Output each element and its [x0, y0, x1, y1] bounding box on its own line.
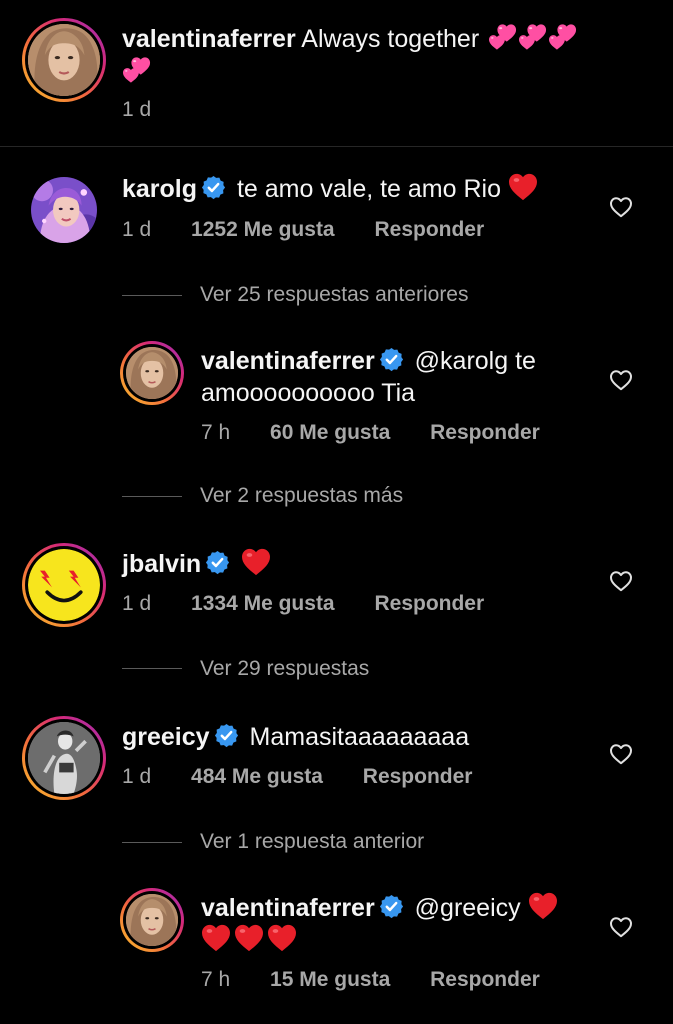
username[interactable]: jbalvin — [122, 550, 201, 578]
view-replies-link[interactable]: Ver 29 respuestas — [200, 656, 369, 682]
view-replies-link[interactable]: Ver 25 respuestas anteriores — [200, 282, 469, 308]
red-heart-emoji — [241, 548, 271, 576]
comment-meta: 1 d 484 Me gusta Responder — [122, 764, 472, 790]
reply-button[interactable]: Responder — [430, 421, 540, 444]
avatar-photo — [28, 549, 100, 621]
reply-body-line2 — [201, 924, 297, 956]
comment-meta: 1 d 1252 Me gusta Responder — [122, 217, 484, 243]
caption-time: 1 d — [122, 98, 152, 121]
verified-badge-icon — [205, 550, 230, 575]
comment-text: karolg te amo vale, te amo Rio — [122, 173, 538, 205]
reply-body-line2: amoooooooooo Tia — [201, 379, 416, 407]
two-hearts-emoji — [488, 23, 518, 51]
username[interactable]: greeicy — [122, 723, 210, 751]
avatar[interactable] — [31, 177, 97, 243]
comment-body: te amo vale, te amo Rio — [236, 175, 501, 203]
like-count[interactable]: 484 Me gusta — [191, 765, 323, 788]
avatar[interactable] — [22, 543, 106, 627]
avatar-photo — [28, 722, 100, 794]
divider — [122, 842, 182, 843]
verified-badge-icon — [201, 175, 226, 200]
comment-time: 1 d — [122, 592, 152, 615]
verified-badge-icon — [379, 894, 404, 919]
avatar-photo — [126, 894, 178, 946]
username[interactable]: valentinaferrer — [122, 25, 296, 53]
reply-button[interactable]: Responder — [363, 765, 473, 788]
red-heart-emoji — [267, 924, 297, 952]
heart-outline-icon[interactable] — [609, 743, 633, 765]
mention-link[interactable]: @greeicy — [415, 894, 521, 922]
view-replies-link[interactable]: Ver 1 respuesta anterior — [200, 829, 424, 855]
avatar-photo — [31, 177, 97, 243]
divider — [0, 146, 673, 147]
view-replies-link[interactable]: Ver 2 respuestas más — [200, 483, 403, 509]
username[interactable]: karolg — [122, 175, 197, 203]
red-heart-emoji — [508, 173, 538, 201]
comment-text: greeicy Mamasitaaaaaaaaa — [122, 721, 469, 753]
caption-body: Always together — [301, 25, 480, 53]
avatar-photo — [28, 24, 100, 96]
red-heart-emoji — [201, 924, 231, 952]
username[interactable]: valentinaferrer — [201, 894, 375, 922]
avatar[interactable] — [22, 18, 106, 102]
two-hearts-emoji — [548, 23, 578, 51]
two-hearts-emoji — [518, 23, 548, 51]
reply-meta: 7 h 60 Me gusta Responder — [201, 420, 540, 446]
mention-link[interactable]: @karolg — [415, 347, 508, 375]
comment-body: Mamasitaaaaaaaaa — [249, 723, 470, 751]
reply-text: valentinaferrer @karolg te — [201, 345, 536, 377]
avatar[interactable] — [22, 716, 106, 800]
heart-outline-icon[interactable] — [609, 570, 633, 592]
comment-text: jbalvin — [122, 548, 271, 580]
caption-text: valentinaferrer Always together — [122, 23, 578, 55]
comment-time: 1 d — [122, 218, 152, 241]
like-count[interactable]: 60 Me gusta — [270, 421, 390, 444]
avatar[interactable] — [120, 341, 184, 405]
avatar[interactable] — [120, 888, 184, 952]
reply-meta: 7 h 15 Me gusta Responder — [201, 967, 540, 993]
reply-time: 7 h — [201, 968, 231, 991]
red-heart-emoji — [528, 892, 558, 920]
like-count[interactable]: 1334 Me gusta — [191, 592, 335, 615]
reply-button[interactable]: Responder — [374, 218, 484, 241]
verified-badge-icon — [379, 347, 404, 372]
comment-meta: 1 d 1334 Me gusta Responder — [122, 591, 484, 617]
two-hearts-emoji — [122, 56, 152, 84]
like-count[interactable]: 1252 Me gusta — [191, 218, 335, 241]
comment-time: 1 d — [122, 765, 152, 788]
reply-button[interactable]: Responder — [374, 592, 484, 615]
divider — [122, 668, 182, 669]
divider — [122, 295, 182, 296]
reply-body: te — [515, 347, 536, 375]
divider — [122, 496, 182, 497]
heart-outline-icon[interactable] — [609, 196, 633, 218]
avatar-photo — [126, 347, 178, 399]
heart-outline-icon[interactable] — [609, 916, 633, 938]
reply-text: valentinaferrer @greeicy — [201, 892, 558, 924]
reply-button[interactable]: Responder — [430, 968, 540, 991]
reply-time: 7 h — [201, 421, 231, 444]
like-count[interactable]: 15 Me gusta — [270, 968, 390, 991]
red-heart-emoji — [234, 924, 264, 952]
heart-outline-icon[interactable] — [609, 369, 633, 391]
caption-text-line2 — [122, 56, 152, 88]
username[interactable]: valentinaferrer — [201, 347, 375, 375]
verified-badge-icon — [214, 723, 239, 748]
